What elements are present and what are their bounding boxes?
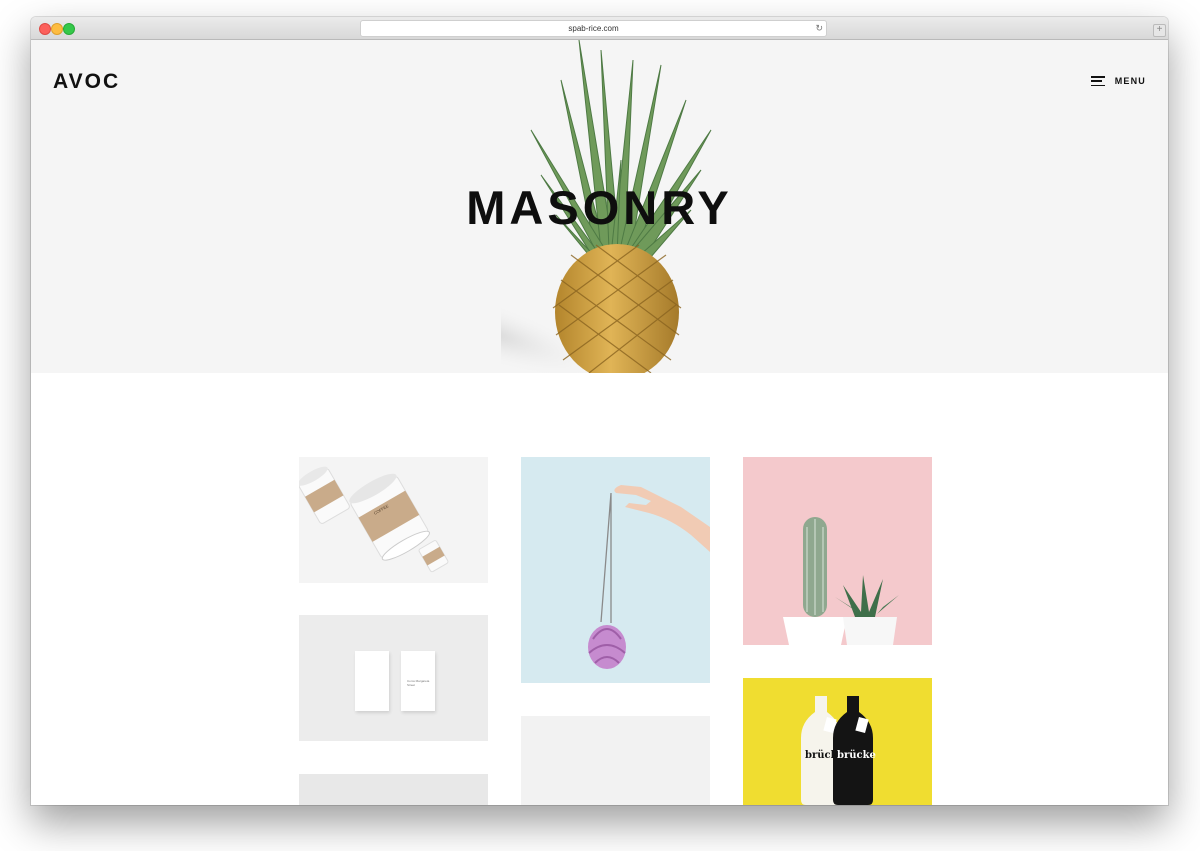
portfolio-tile-partial-left[interactable] [299,774,488,805]
brucke-bottles-tile[interactable]: brücke brücke [743,678,932,805]
page-title: MASONRY [466,181,733,234]
card-text: Coms Margareta Street [407,679,430,687]
business-cards-tile[interactable]: Coms Margareta Street [299,615,488,741]
coffee-cups-image [299,466,449,573]
close-window-button[interactable] [39,23,51,35]
browser-titlebar: spab-rice.com ↻ + [31,17,1168,40]
bottle-label-black: brücke [837,750,876,761]
url-text: spab-rice.com [568,24,619,33]
hero-banner: AVOC MENU MASONRY [31,40,1168,373]
hand-necklace-image [588,485,710,669]
hamburger-icon [1090,76,1105,86]
business-card-back: Coms Margareta Street [401,651,435,711]
cactus-pots-tile[interactable] [743,457,932,645]
bottles-image [801,696,873,805]
browser-window: spab-rice.com ↻ + AVOC MENU MASONRY COFF… [31,17,1168,805]
cactus-image [783,517,899,645]
coffee-cups-tile[interactable]: COFFEE [299,457,488,583]
artichoke-necklace-tile[interactable] [521,457,710,683]
zoom-window-button[interactable] [63,23,75,35]
minimize-window-button[interactable] [51,23,63,35]
reload-icon[interactable]: ↻ [815,21,823,36]
site-logo[interactable]: AVOC [53,70,120,94]
address-bar[interactable]: spab-rice.com ↻ [360,20,827,37]
portfolio-tile-partial-middle[interactable] [521,716,710,805]
menu-button[interactable]: MENU [1090,76,1146,86]
new-tab-button[interactable]: + [1153,24,1166,37]
menu-label: MENU [1114,76,1146,86]
business-card-front [355,651,389,711]
